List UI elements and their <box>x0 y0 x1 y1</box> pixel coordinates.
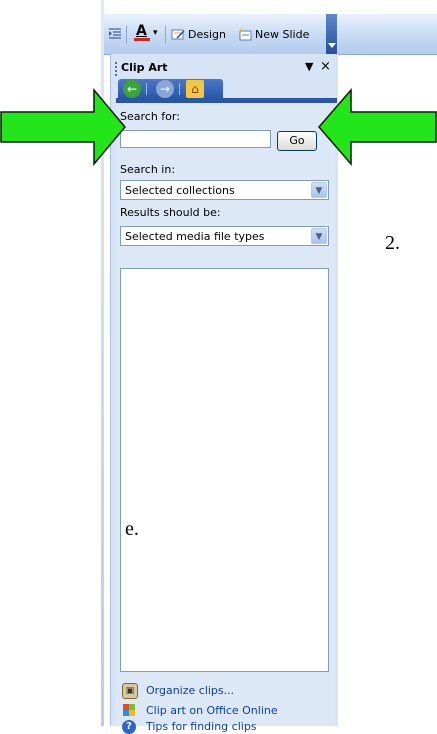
go-button[interactable]: Go <box>277 131 317 151</box>
toolbar-separator <box>126 26 127 44</box>
home-icon[interactable]: ⌂ <box>186 80 204 98</box>
results-area[interactable] <box>120 268 329 672</box>
search-for-label: Search for: <box>120 110 180 123</box>
new-slide-label: New Slide <box>255 28 310 41</box>
results-type-label: Results should be: <box>120 206 221 219</box>
results-type-value: Selected media file types <box>125 230 265 243</box>
nav-separator <box>146 83 147 95</box>
design-label: Design <box>188 28 226 41</box>
results-type-dropdown[interactable]: Selected media file types <box>120 226 329 246</box>
search-in-value: Selected collections <box>125 184 235 197</box>
letter-annotation: e. <box>125 518 139 540</box>
step-number: 2. <box>385 232 400 254</box>
nav-separator <box>179 83 180 95</box>
office-online-label: Clip art on Office Online <box>146 704 278 717</box>
left-pointing-arrow-icon <box>318 88 437 166</box>
pane-menu-icon[interactable]: ▼ <box>305 60 313 73</box>
tips-link[interactable]: ? Tips for finding clips <box>122 720 322 734</box>
toolbar-options-chevron-icon[interactable] <box>326 14 337 54</box>
font-color-button[interactable]: A <box>133 23 151 43</box>
tips-label: Tips for finding clips <box>146 720 257 733</box>
search-input[interactable] <box>120 130 271 148</box>
design-icon <box>171 28 185 41</box>
organize-clips-icon: ▣ <box>122 683 138 699</box>
help-icon: ? <box>122 720 136 734</box>
close-icon[interactable]: × <box>320 59 331 74</box>
right-pointing-arrow-icon <box>0 88 126 166</box>
font-color-label: A <box>136 23 147 39</box>
search-in-label: Search in: <box>120 163 176 176</box>
forward-arrow-icon[interactable]: → <box>156 80 174 98</box>
chevron-down-icon[interactable]: ▼ <box>311 228 327 244</box>
indent-icon[interactable] <box>108 27 122 41</box>
search-in-dropdown[interactable]: Selected collections <box>120 180 329 200</box>
office-online-link[interactable]: Clip art on Office Online <box>122 703 322 719</box>
pane-grip[interactable] <box>115 62 119 76</box>
office-online-icon <box>122 703 136 717</box>
new-slide-button[interactable]: New Slide <box>238 26 324 44</box>
new-slide-icon <box>238 28 252 41</box>
organize-clips-link[interactable]: ▣ Organize clips... <box>122 683 322 699</box>
font-color-dropdown-icon[interactable]: ▾ <box>153 28 158 38</box>
font-color-swatch <box>134 38 150 41</box>
pane-title: Clip Art <box>121 61 168 74</box>
design-button[interactable]: Design <box>171 26 236 44</box>
organize-clips-label: Organize clips... <box>146 684 235 697</box>
chevron-down-icon[interactable]: ▼ <box>311 182 327 198</box>
toolbar-separator <box>165 26 166 44</box>
